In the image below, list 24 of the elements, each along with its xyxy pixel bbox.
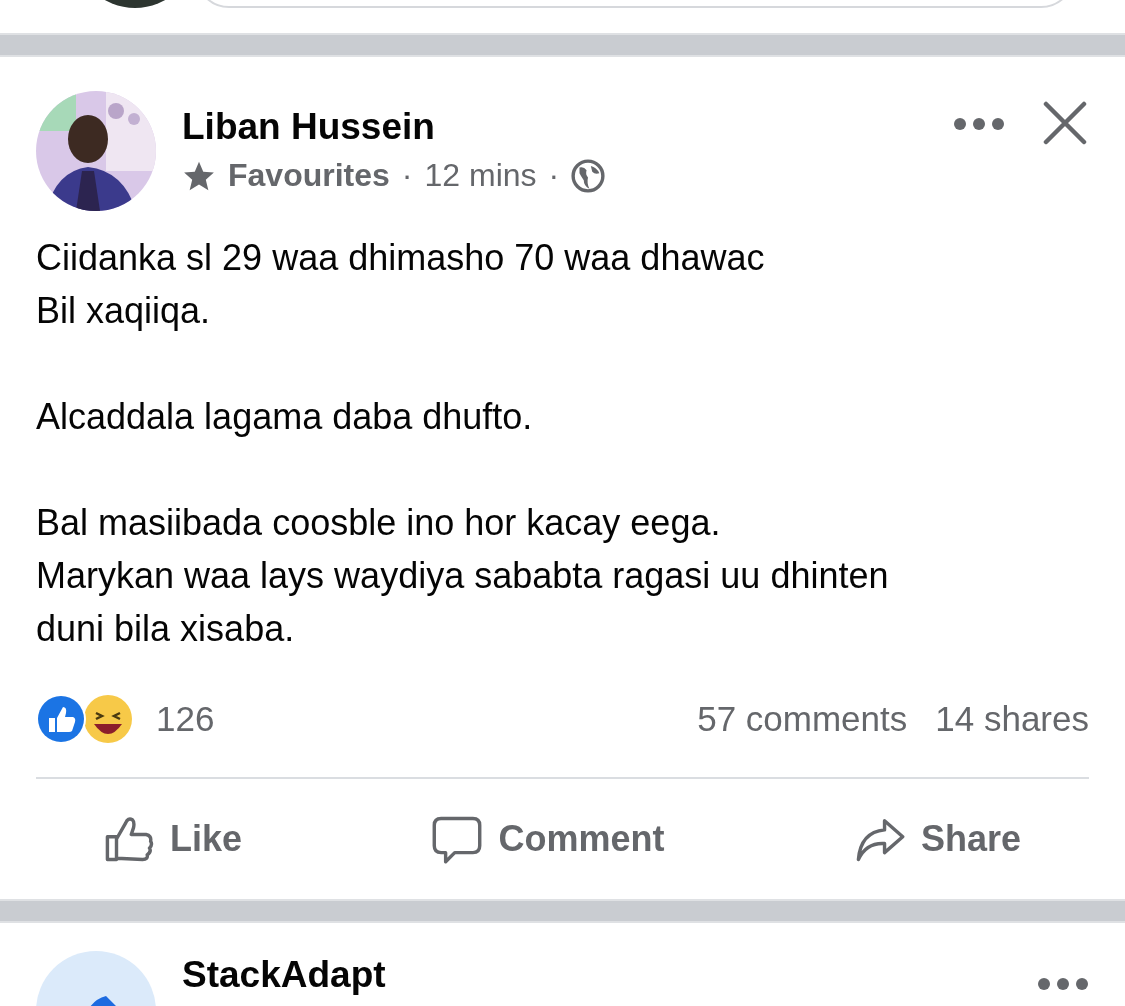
author-name[interactable]: Liban Hussein bbox=[182, 105, 953, 149]
speech-bubble-icon bbox=[432, 814, 483, 864]
post-text: Alcaddala lagama daba dhufto. bbox=[36, 395, 533, 439]
globe-icon bbox=[571, 158, 606, 193]
author-name[interactable]: StackAdapt bbox=[182, 955, 386, 996]
like-button[interactable]: Like bbox=[104, 814, 243, 864]
share-button[interactable]: Share bbox=[854, 814, 1021, 864]
more-icon[interactable] bbox=[1037, 977, 1089, 991]
post-time: 12 mins bbox=[424, 157, 537, 194]
separator: · bbox=[548, 157, 560, 194]
post-text: Bil xaqiiqa. bbox=[36, 289, 211, 333]
thumbs-up-icon bbox=[104, 814, 154, 864]
separator: · bbox=[401, 157, 413, 194]
share-count[interactable]: 14 shares bbox=[935, 699, 1089, 739]
reaction-count[interactable]: 126 bbox=[156, 699, 215, 739]
post-text: Ciidanka sl 29 waa dhimasho 70 waa dhawac bbox=[36, 236, 765, 280]
audience-label: Favourites bbox=[228, 157, 390, 194]
comment-count[interactable]: 57 comments bbox=[697, 699, 908, 739]
more-icon[interactable] bbox=[953, 117, 1005, 131]
post-text: duni bila xisaba. bbox=[36, 607, 295, 651]
close-icon[interactable] bbox=[1043, 101, 1087, 145]
post-text: Bal masiibada coosble ino hor kacay eega. bbox=[36, 501, 721, 545]
post-text: Marykan waa lays waydiya sababta ragasi uu dhinten bbox=[36, 554, 889, 598]
comment-button[interactable]: Comment bbox=[432, 814, 665, 864]
